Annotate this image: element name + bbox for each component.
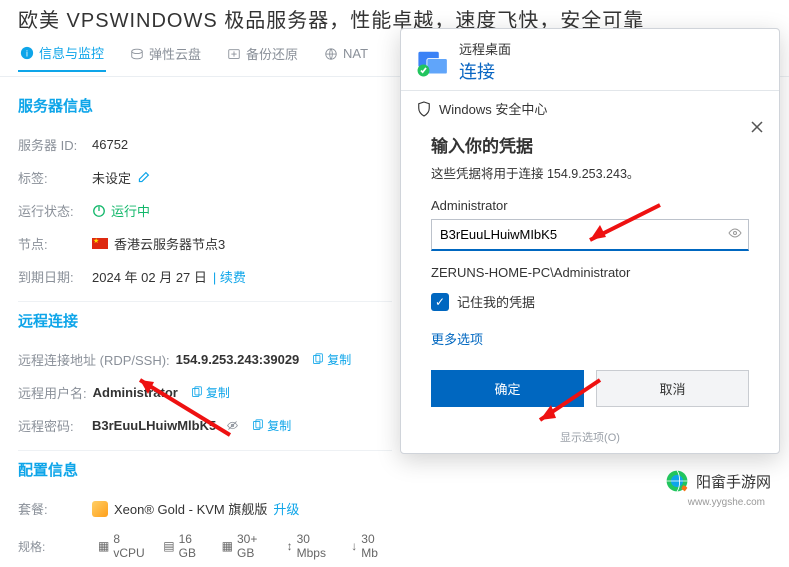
cancel-button[interactable]: 取消 [596,370,749,407]
brand-url: www.yygshe.com [688,497,765,508]
tab-info[interactable]: i 信息与监控 [18,39,106,72]
copy-label: 复制 [206,384,230,401]
eye-icon [727,225,743,241]
rdp-icon [415,45,449,79]
status-badge: 运行中 [92,201,150,220]
security-center-label: Windows 安全中心 [439,99,547,118]
info-icon: i [20,46,34,60]
server-id-label: 服务器 ID: [18,135,86,154]
spec-cpu: ▦ 8 vCPU [98,532,151,560]
node-label: 节点: [18,234,86,253]
remote-title: 远程连接 [18,310,392,331]
remember-checkbox[interactable]: ✓ 记住我的凭据 [431,292,749,311]
close-icon [750,120,764,134]
spec-bw2: ↕ 30 Mbps [287,532,340,560]
eye-off-icon[interactable] [226,419,239,432]
tab-disk[interactable]: 弹性云盘 [128,40,203,71]
disk-icon [130,47,144,61]
row-spec: 规格: ▦ 8 vCPU ▤ 16 GB ▦ 30+ GB ↕ 30 Mbps … [18,525,392,567]
copy-label: 复制 [327,351,351,368]
plan-value: Xeon® Gold - KVM 旗舰版 [114,499,267,518]
row-server-id: 服务器 ID: 46752 [18,128,392,161]
tab-info-label: 信息与监控 [39,43,104,62]
row-pass: 远程密码: B3rEuuLHuiwMlbK5 复制 [18,409,392,442]
rdp-dialog: 远程桌面 连接 Windows 安全中心 输入你的凭据 这些凭据将用于连接 15… [400,28,780,454]
remember-label: 记住我的凭据 [457,292,535,311]
rdp-header: 远程桌面 连接 [401,29,779,90]
more-options-link[interactable]: 更多选项 [431,329,483,348]
row-status: 运行状态: 运行中 [18,194,392,227]
pass-value: B3rEuuLHuiwMlbK5 [92,418,216,433]
pass-label: 远程密码: [18,416,86,435]
row-addr: 远程连接地址 (RDP/SSH): 154.9.253.243:39029 复制 [18,343,392,376]
user-label: 远程用户名: [18,383,87,402]
status-label: 运行状态: [18,201,86,220]
spec-bw3: ↓ 30 Mb [351,532,392,560]
brand-name: 阳畲手游网 [696,471,771,492]
expire-label: 到期日期: [18,267,86,286]
cred-username: Administrator [431,198,749,213]
show-options[interactable]: 显示选项(O) [401,425,779,453]
copy-icon [190,386,203,399]
tab-nat[interactable]: NAT [322,42,370,69]
cred-sub: 这些凭据将用于连接 154.9.253.243。 [431,163,749,182]
row-user: 远程用户名: Administrator 复制 [18,376,392,409]
addr-label: 远程连接地址 (RDP/SSH): [18,350,170,369]
spec-label: 规格: [18,538,86,555]
power-icon [92,204,106,218]
tag-value: 未设定 [92,168,131,187]
rdp-title1: 远程桌面 [459,39,511,58]
brand-icon [664,468,690,494]
copy-icon [311,353,324,366]
footer-brand: 阳畲手游网 [664,468,771,494]
row-expire: 到期日期: 2024 年 02 月 27 日 | 续费 [18,260,392,293]
shield-icon [417,101,431,117]
password-input[interactable] [431,219,749,251]
renew-link[interactable]: | 续费 [213,267,246,286]
tab-backup[interactable]: 备份还原 [225,40,300,71]
tab-disk-label: 弹性云盘 [149,44,201,63]
tag-label: 标签: [18,168,86,187]
plan-label: 套餐: [18,499,86,518]
spec-mem: ▤ 16 GB [163,532,209,560]
row-node: 节点: 香港云服务器节点3 [18,227,392,260]
copy-pass-button[interactable]: 复制 [251,417,291,434]
status-text: 运行中 [111,201,150,220]
ok-button[interactable]: 确定 [431,370,584,407]
node-value[interactable]: 香港云服务器节点3 [114,234,225,253]
tab-nat-label: NAT [343,46,368,61]
copy-icon [251,419,264,432]
copy-label: 复制 [267,417,291,434]
spec-bw1: ▦ 30+ GB [222,532,275,560]
svg-text:i: i [26,48,28,58]
chip-icon [92,501,108,517]
flag-icon [92,238,108,249]
row-plan: 套餐: Xeon® Gold - KVM 旗舰版 升级 [18,492,392,525]
upgrade-link[interactable]: 升级 [273,499,299,518]
checkbox-checked-icon: ✓ [431,293,449,311]
edit-icon[interactable] [137,171,150,184]
cred-title: 输入你的凭据 [431,132,749,157]
copy-addr-button[interactable]: 复制 [311,351,351,368]
row-tag: 标签: 未设定 [18,161,392,194]
rdp-title2: 连接 [459,58,511,84]
tab-backup-label: 备份还原 [246,44,298,63]
expire-value: 2024 年 02 月 27 日 [92,267,207,286]
nat-icon [324,47,338,61]
backup-icon [227,47,241,61]
config-title: 配置信息 [18,459,392,480]
addr-value: 154.9.253.243:39029 [176,352,300,367]
domain-user: ZERUNS-HOME-PC\Administrator [431,265,749,280]
security-header: Windows 安全中心 [401,91,779,126]
server-info-title: 服务器信息 [18,95,392,116]
reveal-password-button[interactable] [727,225,743,244]
copy-user-button[interactable]: 复制 [190,384,230,401]
close-button[interactable] [743,113,771,141]
server-id-value: 46752 [92,137,128,152]
user-value: Administrator [93,385,178,400]
